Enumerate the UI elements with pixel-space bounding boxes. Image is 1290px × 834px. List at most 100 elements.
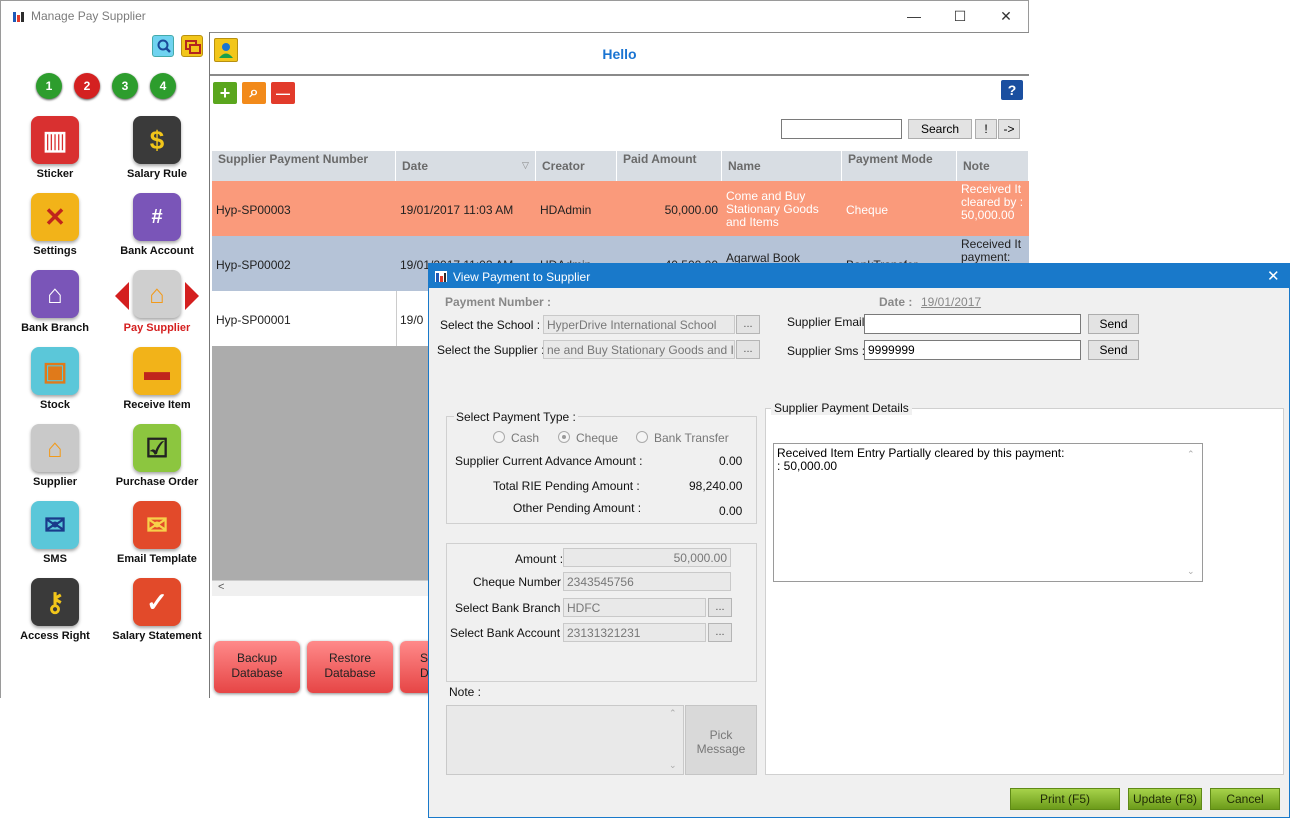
remove-button[interactable]: —	[271, 82, 295, 104]
send-sms-button[interactable]: Send	[1088, 340, 1139, 360]
phone-mail-icon: ✉	[31, 501, 79, 549]
bank-account-picker-button[interactable]: ...	[708, 623, 732, 642]
school-picker-button[interactable]: ...	[736, 315, 760, 334]
cell-creator: HDAdmin	[540, 203, 592, 217]
header-bar: Hello	[210, 32, 1029, 76]
update-button[interactable]: Update (F8)	[1128, 788, 1202, 810]
send-email-button[interactable]: Send	[1088, 314, 1139, 334]
bank-branch-picker-button[interactable]: ...	[708, 598, 732, 617]
nav-sms[interactable]: ✉ SMS	[7, 501, 103, 573]
cell-note: Received It payment:	[961, 238, 1022, 264]
nav-stock[interactable]: ▣ Stock	[7, 347, 103, 419]
supplier-email-input[interactable]	[864, 314, 1081, 334]
backup-database-button[interactable]: Backup Database	[214, 641, 300, 693]
note-label: Note :	[449, 685, 482, 699]
cash-label: Cash	[511, 431, 540, 445]
arrow-right-icon	[185, 282, 199, 310]
scroll-down-icon[interactable]: ⌄	[669, 760, 677, 771]
bank-account-field[interactable]: 23131321231	[563, 623, 706, 642]
minimize-button[interactable]: —	[894, 5, 934, 27]
column-header[interactable]: Creator	[536, 151, 617, 181]
column-header[interactable]: Paid Amount	[617, 151, 722, 181]
close-button[interactable]: ✕	[986, 5, 1026, 27]
search-icon[interactable]: ⌕	[242, 82, 266, 104]
supplier-field[interactable]: ne and Buy Stationary Goods and Items	[543, 340, 735, 359]
nav-email-template[interactable]: ✉ Email Template	[109, 501, 205, 573]
step-4-button[interactable]: 4	[150, 73, 176, 99]
nav-label: Sticker	[36, 168, 74, 180]
nav-label: SMS	[43, 553, 67, 565]
tools-icon: ✕	[31, 193, 79, 241]
step-1-button[interactable]: 1	[36, 73, 62, 99]
factory-icon: ⌂	[133, 270, 181, 318]
payment-details-textarea[interactable]: Received Item Entry Partially cleared by…	[773, 443, 1203, 582]
supplier-sms-input[interactable]: 9999999	[864, 340, 1081, 360]
amount-field[interactable]: 50,000.00	[563, 548, 731, 567]
help-icon[interactable]: ?	[1001, 80, 1023, 100]
cheque-radio[interactable]	[558, 431, 570, 443]
sort-arrow-icon: ▽	[522, 160, 529, 170]
cell-date: 19/01/2017 11:03 AM	[400, 203, 514, 217]
bank-branch-field[interactable]: HDFC	[563, 598, 706, 617]
print-button[interactable]: Print (F5)	[1010, 788, 1120, 810]
nav-salary-rule[interactable]: $ Salary Rule	[109, 116, 205, 188]
maximize-button[interactable]: ☐	[940, 5, 980, 27]
nav-label: Bank Branch	[21, 322, 89, 334]
next-button[interactable]: ->	[998, 119, 1020, 139]
step-2-button[interactable]: 2	[74, 73, 100, 99]
cash-radio[interactable]	[493, 431, 505, 443]
restore-database-button[interactable]: Restore Database	[307, 641, 393, 693]
search-icon[interactable]	[152, 35, 174, 57]
date-value: 19/01/2017	[921, 295, 982, 309]
scroll-up-icon[interactable]: ⌃	[1187, 448, 1195, 461]
amount-label: Amount :	[515, 552, 564, 566]
window-title: Manage Pay Supplier	[31, 9, 146, 23]
view-payment-dialog: View Payment to Supplier ✕ Payment Numbe…	[428, 263, 1290, 818]
nav-receive-item[interactable]: ▬ Receive Item	[109, 347, 205, 419]
payment-type-label: Select Payment Type :	[454, 410, 578, 424]
column-header[interactable]: Name	[722, 151, 842, 181]
column-header[interactable]: Date	[396, 151, 536, 181]
cell-name: Come and Buy Stationary Goods and Items	[726, 190, 819, 229]
supplier-email-label: Supplier Email :	[787, 315, 872, 329]
details-line: : 50,000.00	[777, 459, 838, 473]
column-header[interactable]: Supplier Payment Number	[212, 151, 396, 181]
nav-bank-account[interactable]: # Bank Account	[109, 193, 205, 265]
windows-icon[interactable]	[181, 35, 203, 57]
clear-button[interactable]: !	[975, 119, 997, 139]
nav-settings[interactable]: ✕ Settings	[7, 193, 103, 265]
nav-pay-supplier[interactable]: ⌂ Pay Supplier	[109, 270, 205, 342]
scroll-down-icon[interactable]: ⌄	[1187, 565, 1195, 578]
supplier-picker-button[interactable]: ...	[736, 340, 760, 359]
bank-transfer-radio[interactable]	[636, 431, 648, 443]
scroll-left-icon[interactable]: <	[218, 581, 224, 593]
column-header[interactable]: Payment Mode	[842, 151, 957, 181]
nav-access-right[interactable]: ⚷ Access Right	[7, 578, 103, 650]
add-button[interactable]: +	[213, 82, 237, 104]
dialog-close-button[interactable]: ✕	[1267, 267, 1280, 285]
nav-sticker[interactable]: ▥ Sticker	[7, 116, 103, 188]
nav-purchase-order[interactable]: ☑ Purchase Order	[109, 424, 205, 496]
cancel-button[interactable]: Cancel	[1210, 788, 1280, 810]
column-header[interactable]: Note	[957, 151, 1029, 181]
rie-pending-value: 98,240.00	[689, 479, 743, 493]
nav-label: Stock	[40, 399, 70, 411]
search-button[interactable]: Search	[908, 119, 972, 139]
scroll-up-icon[interactable]: ⌃	[669, 708, 677, 719]
school-field[interactable]: HyperDrive International School	[543, 315, 735, 334]
app-logo-icon	[13, 12, 25, 22]
school-label: Select the School :	[440, 318, 541, 332]
nav-salary-statement[interactable]: ✓ Salary Statement	[109, 578, 205, 650]
pick-message-button[interactable]: Pick Message	[685, 705, 757, 775]
cheque-number-field[interactable]: 2343545756	[563, 572, 731, 591]
date-label: Date :	[879, 295, 913, 309]
nav-supplier[interactable]: ⌂ Supplier	[7, 424, 103, 496]
lock-key-icon: ⚷	[31, 578, 79, 626]
cell-note: Received It cleared by : 50,000.00	[961, 183, 1024, 222]
cell-number: Hyp-SP00003	[216, 203, 291, 217]
nav-bank-branch[interactable]: ⌂ Bank Branch	[7, 270, 103, 342]
note-textarea[interactable]: ⌃ ⌄	[446, 705, 684, 775]
step-3-button[interactable]: 3	[112, 73, 138, 99]
table-row[interactable]: Hyp-SP00003 19/01/2017 11:03 AM HDAdmin …	[212, 181, 1029, 236]
search-input[interactable]	[781, 119, 902, 139]
